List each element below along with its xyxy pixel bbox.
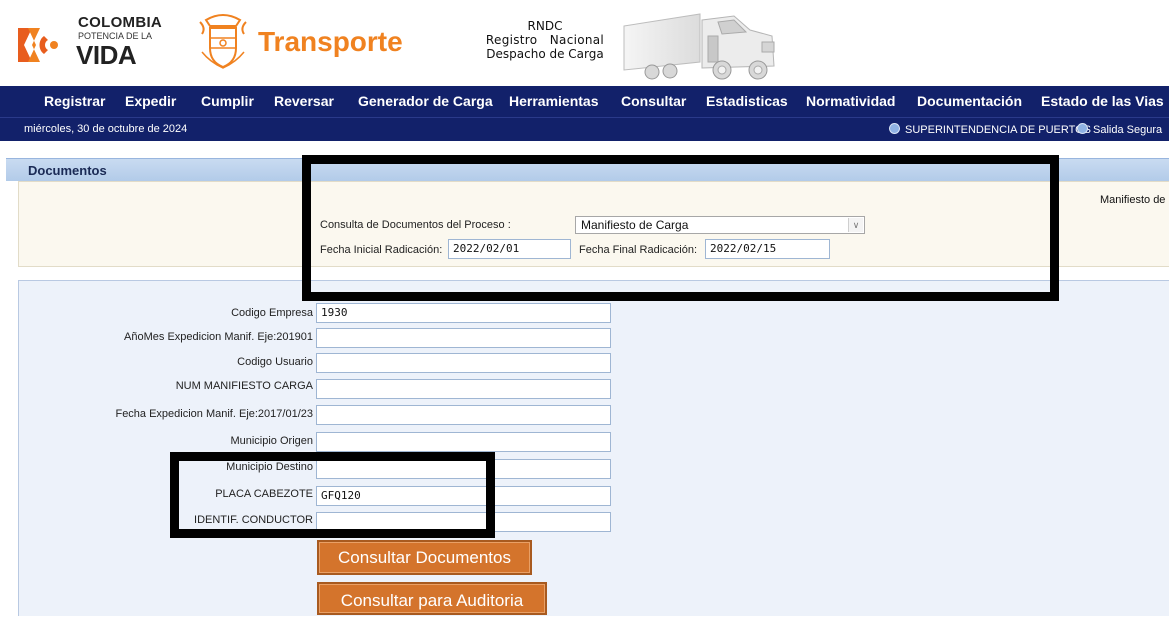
nav-estado-de-las-vias[interactable]: Estado de las Vias xyxy=(1041,93,1164,109)
codigo-empresa-label: Codigo Empresa xyxy=(231,307,313,319)
nav-normatividad[interactable]: Normatividad xyxy=(806,93,895,109)
nav-consultar[interactable]: Consultar xyxy=(621,93,686,109)
rndc-line3: Despacho de Carga xyxy=(486,47,604,61)
fecha-expedicion-input[interactable] xyxy=(316,405,611,425)
num-manifiesto-input[interactable] xyxy=(316,379,611,399)
consultar-auditoria-button[interactable]: Consultar para Auditoria xyxy=(317,582,547,615)
logo-text-vida: VIDA xyxy=(76,40,137,70)
aniomes-expedicion-label: AñoMes Expedicion Manif. Eje:201901 xyxy=(124,331,313,343)
superintendencia-link[interactable]: SUPERINTENDENCIA DE PUERTOS xyxy=(889,123,1091,136)
salida-segura-link[interactable]: Salida Segura xyxy=(1077,123,1162,136)
nav-estadisticas[interactable]: Estadisticas xyxy=(706,93,788,109)
fecha-expedicion-label: Fecha Expedicion Manif. Eje:2017/01/23 xyxy=(115,408,313,420)
nav-registrar[interactable]: Registrar xyxy=(44,93,105,109)
current-document-label: Manifiesto de Carga xyxy=(1100,194,1169,206)
nav-herramientas[interactable]: Herramientas xyxy=(509,93,599,109)
municipio-origen-label: Municipio Origen xyxy=(230,435,313,447)
num-manifiesto-label: NUM MANIFIESTO CARGA xyxy=(175,380,313,392)
municipio-origen-input[interactable] xyxy=(316,432,611,452)
documentos-title: Documentos xyxy=(28,163,107,178)
codigo-usuario-input[interactable] xyxy=(316,353,611,373)
consultar-documentos-button[interactable]: Consultar Documentos xyxy=(317,540,532,575)
codigo-usuario-label: Codigo Usuario xyxy=(237,356,313,368)
colombia-potencia-vida-logo: COLOMBIA POTENCIA DE LA VIDA xyxy=(14,10,164,70)
bullet-icon xyxy=(1077,123,1088,134)
nav-reversar[interactable]: Reversar xyxy=(274,93,334,109)
rndc-acronym: RNDC xyxy=(527,19,563,33)
transporte-title: Transporte xyxy=(258,26,403,57)
redaction-box-filters xyxy=(302,155,1059,301)
logo-text-colombia: COLOMBIA xyxy=(78,14,163,31)
rndc-line2: Registro Nacional xyxy=(485,33,605,47)
rndc-title: RNDC Registro Nacional Despacho de Carga xyxy=(470,19,620,61)
current-date: miércoles, 30 de octubre de 2024 xyxy=(24,123,188,135)
nav-documentacion[interactable]: Documentación xyxy=(917,93,1022,109)
nav-generador-de-carga[interactable]: Generador de Carga xyxy=(358,93,493,109)
aniomes-expedicion-input[interactable] xyxy=(316,328,611,348)
nav-expedir[interactable]: Expedir xyxy=(125,93,176,109)
superintendencia-label: SUPERINTENDENCIA DE PUERTOS xyxy=(905,124,1092,136)
coat-of-arms-icon xyxy=(199,14,247,69)
colombia-swoosh-icon xyxy=(18,28,58,62)
main-nav: Registrar Expedir Cumplir Reversar Gener… xyxy=(0,86,1169,117)
info-bar: miércoles, 30 de octubre de 2024 SUPERIN… xyxy=(0,117,1169,141)
truck-illustration-icon xyxy=(623,13,775,80)
bullet-icon xyxy=(889,123,900,134)
salida-segura-label: Salida Segura xyxy=(1093,124,1163,136)
redaction-box-placa xyxy=(170,452,495,538)
nav-cumplir[interactable]: Cumplir xyxy=(201,93,254,109)
page-header: COLOMBIA POTENCIA DE LA VIDA Transporte … xyxy=(0,0,1169,86)
codigo-empresa-input[interactable]: 1930 xyxy=(316,303,611,323)
